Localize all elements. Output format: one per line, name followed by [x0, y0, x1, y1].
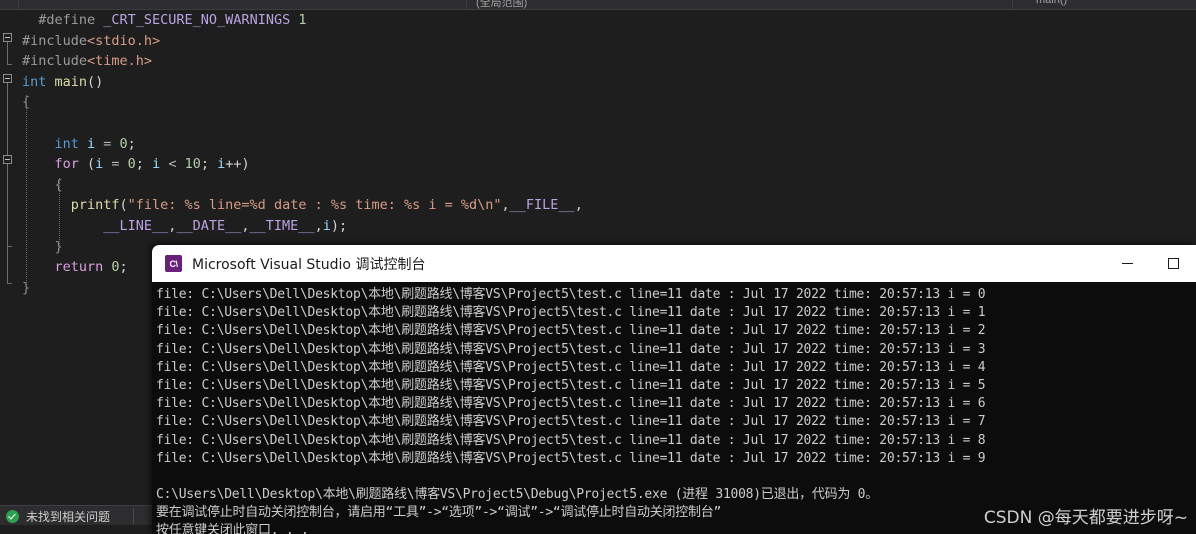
- console-output-line: file: C:\Users\Dell\Desktop\本地\刷题路线\博客VS…: [156, 450, 986, 466]
- editor-scope-navigation-bar: (全局范围) main(): [0, 0, 1196, 10]
- code-token: "file: %s line=%d date : %s time: %s i =…: [127, 197, 502, 214]
- code-token: #define: [38, 12, 104, 28]
- maximize-glyph: [1167, 258, 1179, 269]
- console-exit-line: C:\Users\Dell\Desktop\本地\刷题路线\博客VS\Proje…: [156, 487, 878, 503]
- code-token: i: [87, 135, 96, 152]
- code-token: <: [160, 156, 185, 173]
- code-token: for: [54, 156, 79, 173]
- code-token: ;: [119, 259, 128, 276]
- minimize-glyph: [1121, 262, 1133, 265]
- console-output-line: file: C:\Users\Dell\Desktop\本地\刷题路线\博客VS…: [156, 341, 986, 357]
- code-line: printf("file: %s line=%d date : %s time:…: [71, 195, 583, 216]
- console-output-area[interactable]: file: C:\Users\Dell\Desktop\本地\刷题路线\博客VS…: [152, 282, 1196, 534]
- code-token: 0: [119, 135, 128, 152]
- code-token: _CRT_SECURE_NO_WARNINGS: [103, 12, 291, 28]
- console-output-lines: file: C:\Users\Dell\Desktop\本地\刷题路线\博客VS…: [156, 286, 1196, 468]
- code-line: #include<stdio.h>: [22, 31, 160, 52]
- maximize-icon[interactable]: [1150, 245, 1196, 282]
- fold-bracket-end: [7, 246, 12, 247]
- code-token: int: [54, 135, 79, 152]
- code-token: i: [322, 218, 331, 234]
- code-token: ;: [127, 135, 136, 152]
- status-bar-message: 未找到相关问题: [26, 509, 111, 524]
- code-token: __TIME__: [249, 218, 315, 234]
- nav-divider: [18, 0, 19, 9]
- visual-studio-editor-window: (全局范围) main() #define _CRT_SECURE_NO_WAR…: [0, 0, 1196, 534]
- fold-bracket-end: [7, 64, 12, 65]
- fold-toggle-main[interactable]: [3, 74, 12, 83]
- indent-guide: [26, 95, 27, 285]
- code-token: 0: [111, 259, 120, 276]
- console-output-line: file: C:\Users\Dell\Desktop\本地\刷题路线\博客VS…: [156, 359, 986, 375]
- fold-toggle-for[interactable]: [3, 155, 12, 164]
- console-output-line: file: C:\Users\Dell\Desktop\本地\刷题路线\博客VS…: [156, 287, 986, 302]
- console-output-line: file: C:\Users\Dell\Desktop\本地\刷题路线\博客VS…: [156, 323, 986, 339]
- code-token: __FILE__: [509, 197, 575, 214]
- code-token: printf: [70, 197, 120, 214]
- indent-guide: [59, 178, 60, 250]
- console-app-icon: C\: [165, 255, 182, 272]
- console-prompt-line: 按任意键关闭此窗口. . .: [156, 523, 309, 534]
- check-circle-icon: [6, 509, 19, 523]
- code-line: #include<time.h>: [22, 51, 152, 72]
- code-token: 10: [184, 156, 201, 173]
- fold-bracket-line: [7, 164, 8, 246]
- console-output-line: file: C:\Users\Dell\Desktop\本地\刷题路线\博客VS…: [156, 396, 986, 412]
- nav-divider: [466, 0, 467, 9]
- scope-dropdown-global[interactable]: (全局范围): [476, 0, 527, 9]
- code-token: (: [119, 197, 128, 214]
- code-line: #define _CRT_SECURE_NO_WARNINGS 1: [38, 10, 306, 31]
- console-hint-line: 要在调试停止时自动关闭控制台，请启用“工具”->“选项”->“调试”->“调试停…: [156, 505, 722, 521]
- code-token: main: [54, 73, 88, 90]
- code-token: );: [330, 218, 348, 234]
- code-token: return: [54, 259, 104, 276]
- scope-dropdown-function[interactable]: main(): [1036, 0, 1067, 6]
- code-line: __LINE__,__DATE__,__TIME__,i);: [103, 216, 347, 237]
- code-token: (: [78, 156, 96, 173]
- code-token: __DATE__: [176, 218, 242, 234]
- console-output-line: file: C:\Users\Dell\Desktop\本地\刷题路线\博客VS…: [156, 414, 986, 430]
- console-window-title: Microsoft Visual Studio 调试控制台: [192, 256, 426, 273]
- code-token: <time.h>: [87, 53, 153, 70]
- debug-console-window[interactable]: C\ Microsoft Visual Studio 调试控制台 file: C…: [152, 245, 1196, 534]
- code-token: #include: [22, 53, 88, 70]
- minimize-icon[interactable]: [1104, 245, 1150, 282]
- code-token: ,: [241, 218, 250, 234]
- console-output-line: file: C:\Users\Dell\Desktop\本地\刷题路线\博客VS…: [156, 432, 986, 448]
- code-token: =: [103, 156, 128, 173]
- code-token: ,: [314, 218, 323, 234]
- code-line: return 0;: [54, 257, 127, 278]
- code-token: int: [22, 73, 47, 90]
- code-token: i: [152, 156, 161, 173]
- fold-bracket-line: [7, 42, 8, 64]
- console-output-line: file: C:\Users\Dell\Desktop\本地\刷题路线\博客VS…: [156, 378, 986, 394]
- code-token: ;: [200, 156, 218, 173]
- console-output-line: file: C:\Users\Dell\Desktop\本地\刷题路线\博客VS…: [156, 305, 986, 321]
- code-token: __LINE__: [103, 218, 169, 234]
- console-title-bar[interactable]: C\ Microsoft Visual Studio 调试控制台: [152, 245, 1196, 282]
- code-token: 1: [298, 12, 307, 28]
- code-token: 0: [127, 156, 136, 173]
- code-token: (): [87, 73, 104, 90]
- editor-fold-gutter[interactable]: [0, 10, 18, 505]
- code-token: #include: [22, 32, 88, 49]
- code-line: int main(): [22, 72, 103, 93]
- code-line: int i = 0;: [54, 134, 135, 155]
- code-token: =: [95, 135, 120, 152]
- code-token: ,: [574, 197, 583, 214]
- code-line: for (i = 0; i < 10; i++): [54, 154, 249, 175]
- nav-divider: [1012, 0, 1013, 9]
- code-token: ++): [225, 156, 250, 173]
- fold-bracket-end: [7, 283, 12, 284]
- fold-toggle-includes[interactable]: [3, 33, 12, 42]
- code-token: ,: [501, 197, 510, 214]
- code-token: <stdio.h>: [87, 32, 161, 49]
- code-token: ;: [135, 156, 153, 173]
- status-bar-divider: [133, 508, 134, 524]
